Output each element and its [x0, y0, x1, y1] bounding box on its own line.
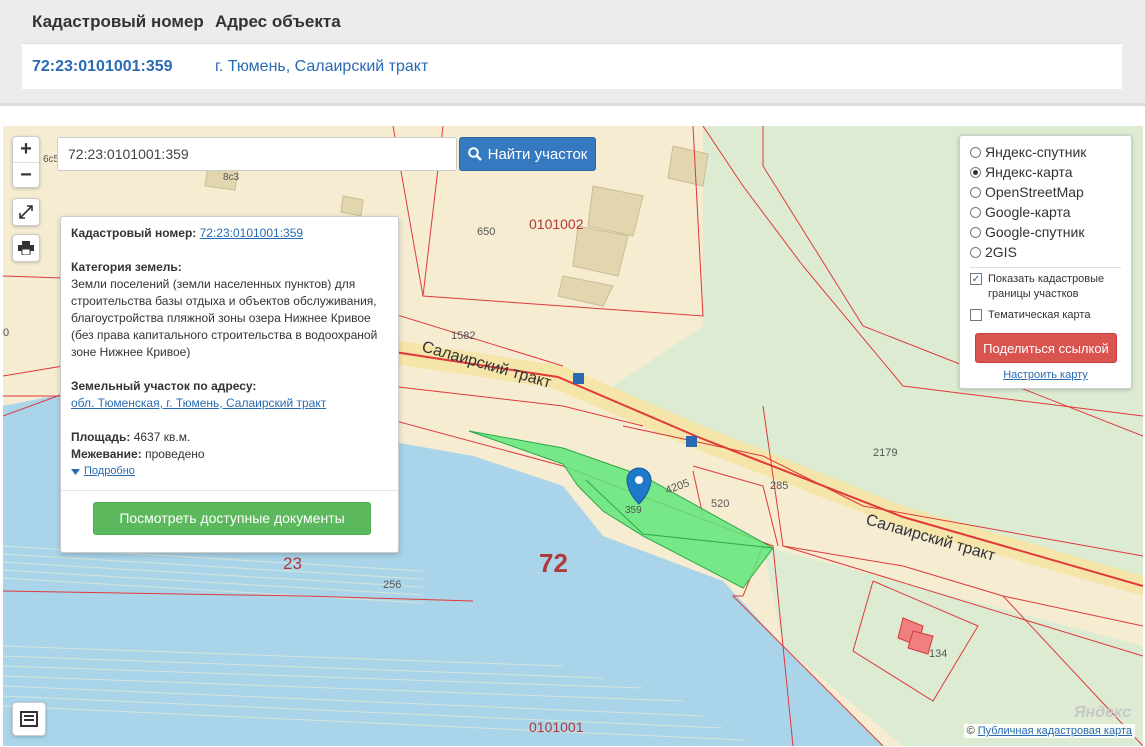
thematic-map-checkbox[interactable]: Тематическая карта — [970, 308, 1121, 323]
caret-down-icon — [71, 468, 80, 475]
quarter-label-0101001: 0101001 — [529, 719, 584, 735]
print-button[interactable] — [12, 234, 40, 262]
cadastral-number-row: Кадастровый номер: 72:23:0101001:359 — [71, 225, 388, 242]
radio-icon[interactable] — [970, 226, 981, 238]
bus-stop-icon — [686, 436, 697, 447]
survey-label: Межевание: — [71, 447, 142, 461]
parcel-number-label: 520 — [711, 498, 729, 510]
search-results: Кадастровый номер Адрес объекта 72:23:01… — [0, 0, 1145, 106]
show-borders-checkbox[interactable]: ✓ Показать кадастровые границы участков — [970, 272, 1121, 302]
share-link-button[interactable]: Поделиться ссылкой — [975, 333, 1117, 363]
quarter-label-0101002: 0101002 — [529, 216, 584, 232]
district-label-23: 23 — [283, 554, 302, 573]
land-category-text: Земли поселений (земли населенных пункто… — [71, 277, 378, 359]
parcel-number-label: 359 — [625, 505, 642, 516]
table-row[interactable]: 72:23:0101001:359 г. Тюмень, Салаирский … — [22, 44, 1122, 89]
land-category-block: Категория земель: Земли поселений (земли… — [71, 259, 388, 361]
layer-option-yandex-satellite[interactable]: Яндекс-спутник — [970, 142, 1121, 162]
layer-option-2gis[interactable]: 2GIS — [970, 242, 1121, 262]
radio-icon[interactable] — [970, 146, 981, 158]
fullscreen-button[interactable] — [12, 198, 40, 226]
results-table: Кадастровый номер Адрес объекта 72:23:01… — [22, 0, 1122, 89]
find-parcel-button[interactable]: Найти участок — [459, 137, 596, 171]
area-label: Площадь: — [71, 430, 131, 444]
parcel-number-label: 285 — [770, 480, 788, 492]
building-number-label: 8с3 — [223, 172, 240, 183]
layer-label: Google-карта — [985, 204, 1071, 220]
configure-map-link[interactable]: Настроить карту — [970, 369, 1121, 381]
header-address: Адрес объекта — [215, 11, 341, 31]
zoom-in-button[interactable]: + — [13, 137, 39, 162]
layer-label: OpenStreetMap — [985, 184, 1084, 200]
expand-icon — [19, 205, 33, 219]
address-block: Земельный участок по адресу: обл. Тюменс… — [71, 378, 388, 412]
radio-icon[interactable] — [970, 246, 981, 258]
yandex-logo: Яндекс — [1073, 704, 1131, 721]
result-cadastral-number-link[interactable]: 72:23:0101001:359 — [22, 58, 204, 76]
area-row: Площадь: 4637 кв.м. — [71, 429, 388, 446]
layer-label: Google-спутник — [985, 224, 1085, 240]
map-layers-panel: Яндекс-спутник Яндекс-карта OpenStreetMa… — [959, 135, 1132, 389]
layer-option-google-satellite[interactable]: Google-спутник — [970, 222, 1121, 242]
checkbox-icon[interactable] — [970, 309, 982, 321]
address-label: Земельный участок по адресу: — [71, 379, 257, 393]
radio-checked-icon[interactable] — [970, 166, 981, 178]
address-link[interactable]: обл. Тюменская, г. Тюмень, Салаирский тр… — [71, 396, 326, 410]
parcel-info-popup: Кадастровый номер: 72:23:0101001:359 Кат… — [60, 216, 399, 553]
region-label-72: 72 — [539, 548, 568, 578]
radio-icon[interactable] — [970, 206, 981, 218]
area-value: 4637 кв.м. — [133, 430, 191, 444]
bus-stop-icon — [573, 373, 584, 384]
layer-label: Яндекс-спутник — [985, 144, 1087, 160]
details-label: Подробно — [84, 465, 135, 477]
cadastral-search-input[interactable] — [57, 137, 457, 171]
cadastral-map[interactable]: Салаирский тракт Салаирский тракт 010100… — [3, 126, 1143, 746]
details-toggle[interactable]: Подробно — [71, 463, 388, 480]
radio-icon[interactable] — [970, 186, 981, 198]
legend-button[interactable] — [12, 702, 46, 736]
parcel-number-label: 256 — [383, 579, 401, 591]
printer-icon — [18, 241, 34, 255]
parcel-number-label: 2179 — [873, 447, 897, 459]
zoom-control: + − — [12, 136, 40, 188]
parcel-number-label: 650 — [477, 226, 495, 238]
search-icon — [467, 147, 482, 161]
layer-option-google-map[interactable]: Google-карта — [970, 202, 1121, 222]
layer-label: Яндекс-карта — [985, 164, 1073, 180]
layer-option-yandex-map[interactable]: Яндекс-карта — [970, 162, 1121, 182]
legend-icon — [20, 711, 38, 727]
land-category-label: Категория земель: — [71, 260, 182, 274]
parcel-number-label: 134 — [929, 648, 947, 660]
zoom-out-button[interactable]: − — [13, 162, 39, 187]
survey-row: Межевание: проведено — [71, 446, 388, 463]
header-cadastral-number: Кадастровый номер — [32, 11, 204, 31]
find-parcel-label: Найти участок — [487, 145, 588, 163]
result-address-link[interactable]: г. Тюмень, Салаирский тракт — [204, 58, 428, 76]
thematic-map-label: Тематическая карта — [988, 309, 1091, 321]
cadastral-number-label: Кадастровый номер: — [71, 226, 197, 240]
copyright-symbol: © — [966, 725, 975, 737]
attribution-link[interactable]: Публичная кадастровая карта — [978, 725, 1132, 737]
layer-option-openstreetmap[interactable]: OpenStreetMap — [970, 182, 1121, 202]
show-borders-label: Показать кадастровые границы участков — [988, 273, 1105, 300]
parcel-number-label: 1582 — [451, 330, 475, 342]
cadastral-number-link[interactable]: 72:23:0101001:359 — [200, 226, 303, 240]
results-header: Кадастровый номер Адрес объекта — [22, 0, 1122, 44]
map-attribution: © Публичная кадастровая карта — [963, 724, 1135, 738]
parcel-number-label: 0 — [3, 327, 9, 339]
view-documents-button[interactable]: Посмотреть доступные документы — [93, 502, 371, 535]
layer-label: 2GIS — [985, 244, 1017, 260]
survey-value: проведено — [145, 447, 205, 461]
checkbox-checked-icon[interactable]: ✓ — [970, 273, 982, 285]
